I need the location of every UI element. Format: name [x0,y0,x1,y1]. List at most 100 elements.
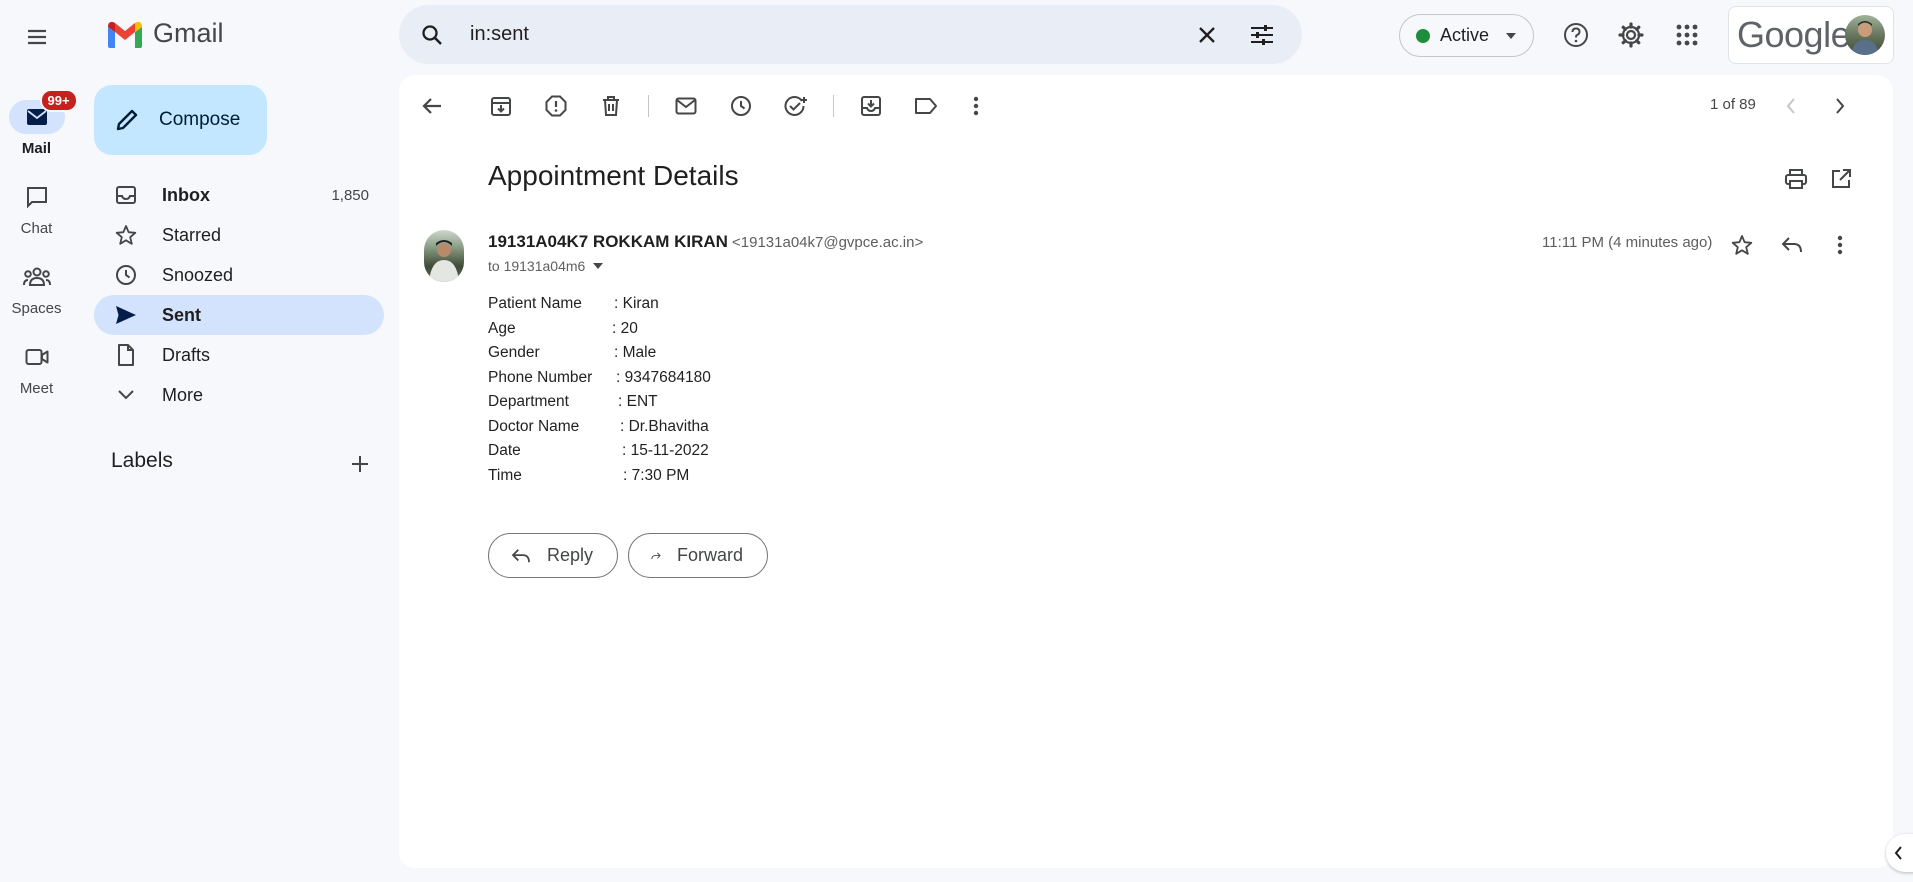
compose-button[interactable]: Compose [94,85,267,155]
nav-item-inbox[interactable]: Inbox 1,850 [94,175,384,215]
recipient-line: to 19131a04m6 [488,258,586,274]
clear-search-icon[interactable] [1192,20,1222,50]
google-account-button[interactable]: Google [1728,6,1894,64]
inbox-count: 1,850 [331,186,369,204]
message-panel: 1 of 89 Appointment Details 19131A04K7 R… [399,75,1893,868]
recipient-details[interactable]: to 19131a04m6 [488,258,604,274]
nav-sent-label: Sent [162,304,202,325]
nav-drafts-label: Drafts [162,344,211,365]
support-button[interactable] [1556,15,1596,55]
back-button[interactable] [416,90,448,122]
forward-icon [651,552,661,559]
body-key: Time [488,466,522,484]
reply-action-label: Reply [546,545,593,565]
more-vert-icon [1837,235,1843,255]
chevron-left-icon [1786,98,1795,114]
chat-icon [26,187,47,208]
add-task-icon [784,96,807,116]
rail-meet[interactable]: Meet [0,340,73,397]
body-value: : 15-11-2022 [622,442,709,459]
print-all-button[interactable] [1780,163,1812,195]
search-input[interactable]: in:sent [470,5,529,64]
unread-badge: 99+ [39,89,78,112]
chevron-left-icon [1894,846,1902,860]
search-options-icon[interactable] [1247,20,1277,50]
video-camera-icon [25,349,48,365]
report-spam-button[interactable] [540,90,572,122]
mark-unread-button[interactable] [670,90,702,122]
search-icon[interactable] [417,20,447,50]
message-more-button[interactable] [1822,227,1858,263]
inbox-icon [116,186,136,204]
move-to-icon [861,96,881,116]
open-new-window-button[interactable] [1825,163,1857,195]
gmail-logo[interactable]: Gmail [105,18,224,49]
body-key: Age [488,319,516,337]
add-to-tasks-button[interactable] [780,90,812,122]
side-panel-toggle[interactable] [1886,834,1913,872]
chevron-down-icon [118,390,134,400]
printer-icon [1785,169,1807,189]
message-timestamp: 11:11 PM (4 minutes ago) [1542,234,1713,251]
arrow-left-icon [422,98,441,114]
nav-more-label: More [162,384,204,405]
toolbar-divider [833,95,834,117]
trash-icon [603,96,619,116]
send-icon [116,306,136,324]
star-icon [115,225,137,245]
forward-action-button[interactable]: Forward [628,533,768,578]
star-message-button[interactable] [1724,227,1760,263]
body-key: Department [488,393,569,410]
sender-avatar[interactable] [424,230,464,282]
snooze-button[interactable] [725,90,757,122]
body-value: : ENT [618,393,658,410]
nav-item-more[interactable]: More [94,375,384,415]
archive-button[interactable] [485,90,517,122]
toolbar-divider [648,95,649,117]
nav-starred-label: Starred [162,224,222,245]
rail-chat-label: Chat [20,220,53,237]
more-options-button[interactable] [960,90,992,122]
reply-button[interactable] [1774,227,1810,263]
google-apps-button[interactable] [1667,15,1707,55]
app-name: Gmail [153,18,224,48]
rail-mail[interactable]: 99+ Mail [0,89,78,157]
search-bar[interactable]: in:sent [399,5,1302,64]
rail-spaces-label: Spaces [11,300,62,317]
star-icon [1731,235,1753,255]
body-value: : Male [614,344,657,361]
body-key: Gender [488,344,540,361]
body-value: : 20 [612,319,638,337]
status-selector[interactable]: Active [1399,14,1534,57]
spaces-icon [22,267,51,286]
create-label-button[interactable] [344,448,376,480]
newer-button[interactable] [1775,90,1807,122]
older-button[interactable] [1824,90,1856,122]
nav-item-drafts[interactable]: Drafts [94,335,384,375]
body-key: Doctor Name [488,417,580,435]
apps-grid-icon [1676,24,1698,46]
chevron-right-icon [1836,98,1845,114]
sender-name[interactable]: 19131A04K7 ROKKAM KIRAN [488,232,728,252]
move-to-button[interactable] [855,90,887,122]
reply-icon [511,548,530,562]
rail-spaces[interactable]: Spaces [0,260,73,317]
draft-document-icon [118,344,134,366]
nav-inbox-label: Inbox [162,184,210,205]
nav-item-snoozed[interactable]: Snoozed [94,255,384,295]
reply-action-button[interactable]: Reply [488,533,618,578]
status-label: Active [1440,25,1490,45]
settings-button[interactable] [1611,15,1651,55]
body-value: : 9347684180 [616,368,711,386]
rail-chat[interactable]: Chat [0,180,73,237]
nav-item-starred[interactable]: Starred [94,215,384,255]
caret-down-icon [593,263,604,269]
main-menu-button[interactable] [17,17,57,57]
plus-icon [352,456,368,472]
google-wordmark: Google [1737,14,1851,55]
labels-heading: Labels [111,449,173,472]
labels-button[interactable] [910,90,942,122]
nav-item-sent[interactable]: Sent [94,295,384,335]
delete-button[interactable] [595,90,627,122]
compose-label: Compose [159,109,241,130]
